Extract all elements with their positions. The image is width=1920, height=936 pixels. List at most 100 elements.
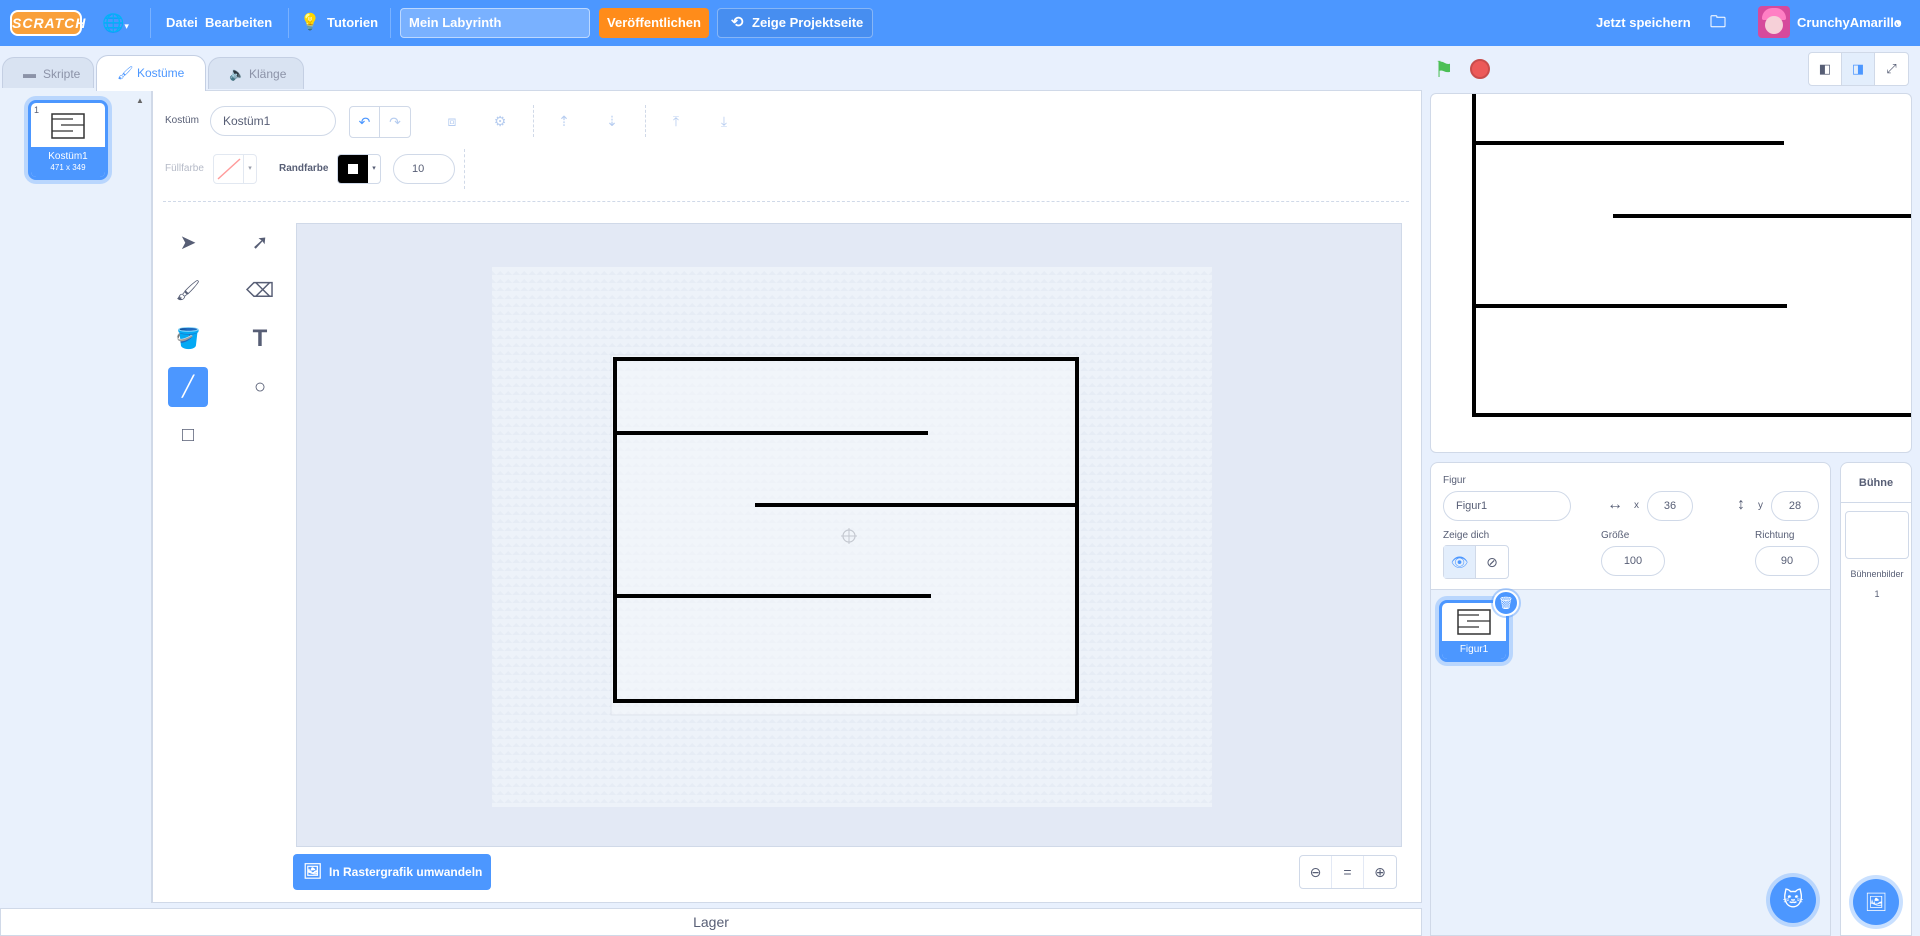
- costume-thumbnail: [51, 113, 85, 139]
- backdrops-label: Bühnenbilder: [1850, 569, 1904, 579]
- chevron-down-icon[interactable]: ▾: [1896, 0, 1901, 46]
- front-icon[interactable]: ⤒: [661, 106, 691, 136]
- save-now-button[interactable]: Jetzt speichern: [1596, 0, 1691, 46]
- fill-swatch: [214, 155, 244, 183]
- size-input[interactable]: 100: [1601, 546, 1665, 576]
- vertical-arrows-icon: ↕: [1737, 496, 1745, 513]
- costume-list: 1 Kostüm1 471 x 349 ▲ 🐱: [0, 88, 152, 936]
- stage[interactable]: [1430, 93, 1912, 453]
- divider: [163, 201, 1409, 202]
- undo-icon[interactable]: ↶: [350, 107, 380, 137]
- costume-name-input[interactable]: Kostüm1: [210, 106, 336, 136]
- blocks-icon: ▬: [23, 66, 36, 81]
- zoom-out-icon[interactable]: ⊖: [1300, 856, 1332, 888]
- rectangle-tool-icon[interactable]: □: [168, 415, 208, 455]
- reshape-tool-icon[interactable]: ➚: [240, 223, 280, 263]
- eye-icon[interactable]: 👁: [1444, 546, 1476, 578]
- x-label: x: [1634, 500, 1639, 511]
- select-tool-icon[interactable]: ➤: [168, 223, 208, 263]
- circle-tool-icon[interactable]: ○: [240, 367, 280, 407]
- delete-sprite-icon[interactable]: 🗑: [1493, 590, 1519, 616]
- fill-color-picker[interactable]: ▾: [213, 154, 257, 184]
- line-tool-icon[interactable]: ╱: [168, 367, 208, 407]
- separator: [464, 149, 465, 189]
- convert-label: In Rastergrafik umwandeln: [329, 865, 483, 879]
- separator: [390, 8, 391, 38]
- globe-icon[interactable]: 🌐▾: [102, 0, 129, 46]
- scroll-up-arrow[interactable]: ▲: [136, 96, 144, 105]
- zoom-controls: ⊖ = ⊕: [1299, 855, 1397, 889]
- back-icon[interactable]: ⤓: [709, 106, 739, 136]
- outline-color-picker[interactable]: ▾: [337, 154, 381, 184]
- direction-label: Richtung: [1755, 530, 1795, 541]
- group-icon[interactable]: ⧈: [437, 106, 467, 136]
- stop-icon[interactable]: [1470, 59, 1490, 79]
- canvas-area[interactable]: [296, 223, 1402, 847]
- share-button[interactable]: Veröffentlichen: [599, 8, 709, 38]
- stage-thumbnail[interactable]: [1845, 511, 1909, 559]
- maze-drawing[interactable]: [297, 224, 1403, 848]
- cat-add-icon: 🐱: [1782, 889, 1804, 911]
- show-label: Zeige dich: [1443, 530, 1490, 541]
- size-label: Größe: [1601, 530, 1630, 541]
- convert-to-bitmap-button[interactable]: 🖼 In Rastergrafik umwandeln: [293, 854, 491, 890]
- redo-icon[interactable]: ↷: [380, 107, 410, 137]
- y-input[interactable]: 28: [1771, 491, 1819, 521]
- costume-name: Kostüm1: [48, 151, 88, 162]
- text-tool-icon[interactable]: T: [240, 319, 280, 359]
- x-input[interactable]: 36: [1647, 491, 1693, 521]
- eye-hidden-icon[interactable]: ⊘: [1476, 546, 1508, 578]
- brush-tool-icon[interactable]: 🖌: [168, 271, 208, 311]
- project-title-input[interactable]: Mein Labyrinth: [400, 8, 590, 38]
- folder-icon[interactable]: 🗀: [1710, 0, 1726, 46]
- stage-size-controls: ◧ ◨ ⤢: [1808, 52, 1909, 86]
- add-sprite-button[interactable]: 🐱: [1770, 877, 1816, 923]
- edit-menu[interactable]: Bearbeiten: [205, 0, 272, 46]
- outline-width-input[interactable]: 10: [393, 154, 455, 184]
- zoom-in-icon[interactable]: ⊕: [1364, 856, 1396, 888]
- stage-header: Bühne: [1841, 463, 1911, 503]
- tab-code[interactable]: ▬ Skripte: [2, 57, 94, 89]
- see-project-page-label: Zeige Projektseite: [752, 15, 864, 30]
- separator: [150, 8, 151, 38]
- direction-input[interactable]: 90: [1755, 546, 1819, 576]
- visibility-toggle: 👁 ⊘: [1443, 545, 1509, 579]
- stage-selector[interactable]: Bühne Bühnenbilder 1 🖼: [1840, 462, 1912, 936]
- costume-item[interactable]: 1 Kostüm1 471 x 349: [28, 100, 108, 180]
- forward-icon[interactable]: ⇡: [549, 106, 579, 136]
- fill-tool-icon[interactable]: 🪣: [168, 319, 208, 359]
- sprite-thumbnail: [1457, 609, 1491, 635]
- avatar[interactable]: [1758, 6, 1790, 38]
- horizontal-arrows-icon: ↔: [1607, 496, 1623, 513]
- chevron-down-icon: ▾: [372, 165, 376, 172]
- sprite-name-input[interactable]: Figur1: [1443, 491, 1571, 521]
- outline-label: Randfarbe: [279, 163, 329, 174]
- small-stage-icon[interactable]: ◧: [1809, 53, 1842, 85]
- username[interactable]: CrunchyAmarillo: [1797, 0, 1902, 46]
- speaker-icon: 🔈: [229, 66, 246, 81]
- backward-icon[interactable]: ⇣: [597, 106, 627, 136]
- zoom-reset-button[interactable]: =: [1332, 856, 1364, 888]
- tab-sounds-label: Klänge: [249, 67, 287, 81]
- file-menu[interactable]: Datei: [152, 0, 212, 46]
- tutorials-menu[interactable]: Tutorien: [327, 0, 378, 46]
- tab-sounds[interactable]: 🔈 Klänge: [208, 57, 304, 89]
- separator: [645, 105, 646, 137]
- brush-icon: 🖌: [117, 65, 134, 80]
- sprite-name: Figur1: [1442, 641, 1506, 659]
- green-flag-icon[interactable]: ⚑: [1434, 57, 1454, 83]
- eraser-tool-icon[interactable]: ⌫: [240, 271, 280, 311]
- menu-bar: SCRATCH 🌐▾ Datei Bearbeiten 💡 Tutorien M…: [0, 0, 1920, 46]
- project-page-icon: ⟲: [731, 14, 744, 31]
- separator: [533, 105, 534, 137]
- lightbulb-icon[interactable]: 💡: [300, 0, 320, 46]
- scratch-logo[interactable]: SCRATCH: [10, 10, 85, 36]
- ungroup-icon[interactable]: ⚙: [485, 106, 515, 136]
- tab-costumes[interactable]: 🖌 Kostüme: [96, 55, 206, 91]
- add-backdrop-button[interactable]: 🖼: [1853, 879, 1899, 925]
- backpack-bar[interactable]: Lager: [0, 908, 1422, 936]
- see-project-page-button[interactable]: ⟲ Zeige Projektseite: [717, 8, 873, 38]
- costume-number: 1: [34, 105, 40, 115]
- normal-stage-icon[interactable]: ◨: [1842, 53, 1875, 85]
- fullscreen-icon[interactable]: ⤢: [1875, 53, 1908, 85]
